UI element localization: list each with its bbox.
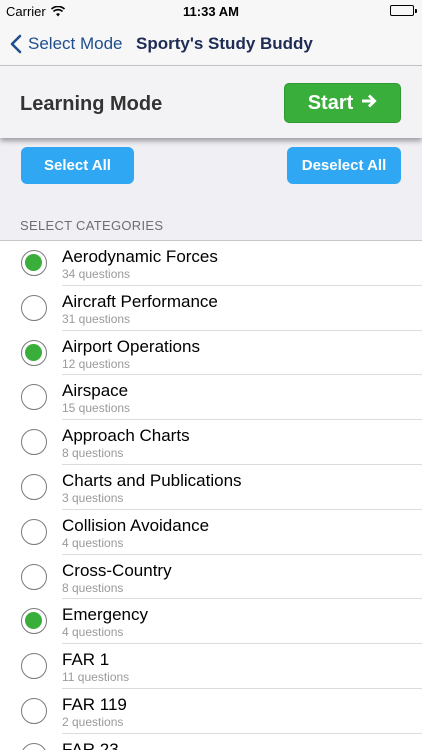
navigation-bar: Select Mode Sporty's Study Buddy <box>0 22 422 66</box>
category-row[interactable]: Collision Avoidance 4 questions <box>0 510 422 555</box>
category-count: 4 questions <box>62 535 124 550</box>
category-count: 2 questions <box>62 714 124 729</box>
mode-title: Learning Mode <box>20 93 163 115</box>
category-title: Cross-Country <box>62 560 172 580</box>
radio-unchecked-icon[interactable] <box>21 518 47 545</box>
select-all-button[interactable]: Select All <box>21 147 134 184</box>
category-count: 8 questions <box>62 446 124 461</box>
radio-unchecked-icon[interactable] <box>21 429 47 456</box>
category-title: Aircraft Performance <box>62 291 218 311</box>
category-row[interactable]: Approach Charts 8 questions <box>0 420 422 465</box>
category-row[interactable]: Cross-Country 8 questions <box>0 555 422 600</box>
category-row[interactable]: Airport Operations 12 questions <box>0 331 422 376</box>
category-list: Aerodynamic Forces 34 questions Aircraft P… <box>0 240 422 750</box>
category-row[interactable]: FAR 119 2 questions <box>0 689 422 734</box>
start-label: Start <box>307 91 354 114</box>
category-title: Airspace <box>62 381 129 401</box>
category-count: 34 questions <box>62 267 131 281</box>
radio-unchecked-icon[interactable] <box>21 294 47 321</box>
radio-unchecked-icon[interactable] <box>21 697 47 724</box>
category-title: FAR 119 <box>62 694 127 714</box>
radio-dot <box>25 254 42 271</box>
category-count: 4 questions <box>62 625 124 640</box>
category-count: 3 questions <box>62 490 124 505</box>
page-title: Sporty's Study Buddy <box>136 34 313 53</box>
back-label: Select Mode <box>28 34 123 53</box>
radio-dot <box>25 343 42 361</box>
category-count: 15 questions <box>62 401 131 416</box>
select-all-label: Select All <box>44 157 111 174</box>
category-row[interactable]: Airspace 15 questions <box>0 375 422 421</box>
status-bar: Carrier 11:33 AM <box>0 0 422 22</box>
radio-unchecked-icon[interactable] <box>21 473 47 500</box>
category-title: Emergency <box>62 605 148 625</box>
start-button[interactable]: Start <box>284 83 401 123</box>
back-button[interactable]: Select Mode <box>10 32 123 56</box>
radio-checked-icon[interactable] <box>21 250 47 276</box>
battery-icon <box>390 5 417 16</box>
category-title: Aerodynamic Forces <box>62 247 218 266</box>
category-title: FAR 23 <box>62 739 119 750</box>
radio-dot <box>25 612 42 630</box>
category-count: 12 questions <box>62 356 131 371</box>
arrow-right-icon <box>361 92 377 115</box>
section-header: SELECT CATEGORIES <box>20 218 164 233</box>
category-row[interactable]: Charts and Publications 3 questions <box>0 465 422 510</box>
category-title: Approach Charts <box>62 426 190 446</box>
radio-checked-icon[interactable] <box>21 608 47 635</box>
category-title: Charts and Publications <box>62 470 242 490</box>
deselect-all-label: Deselect All <box>301 157 387 174</box>
category-title: Collision Avoidance <box>62 515 210 535</box>
category-count: 11 questions <box>62 670 130 685</box>
radio-unchecked-icon[interactable] <box>21 742 47 750</box>
radio-unchecked-icon[interactable] <box>21 653 47 680</box>
category-row[interactable]: FAR 1 11 questions <box>0 644 422 689</box>
radio-unchecked-icon[interactable] <box>21 563 47 590</box>
radio-unchecked-icon[interactable] <box>21 384 47 411</box>
deselect-all-button[interactable]: Deselect All <box>287 147 401 184</box>
status-time: 11:33 AM <box>183 4 239 19</box>
category-row[interactable]: Aerodynamic Forces 34 questions <box>0 241 422 286</box>
category-title: FAR 1 <box>62 650 110 670</box>
category-count: 8 questions <box>62 580 124 595</box>
category-row[interactable]: Emergency 4 questions <box>0 599 422 645</box>
chevron-left-icon <box>10 34 22 54</box>
category-row[interactable]: Aircraft Performance 31 questions <box>0 286 422 331</box>
category-title: Airport Operations <box>62 336 200 356</box>
radio-checked-icon[interactable] <box>21 339 47 366</box>
mode-header: Learning Mode Start <box>0 66 422 138</box>
category-row[interactable]: FAR 23 <box>0 734 422 750</box>
category-count: 31 questions <box>62 311 131 326</box>
